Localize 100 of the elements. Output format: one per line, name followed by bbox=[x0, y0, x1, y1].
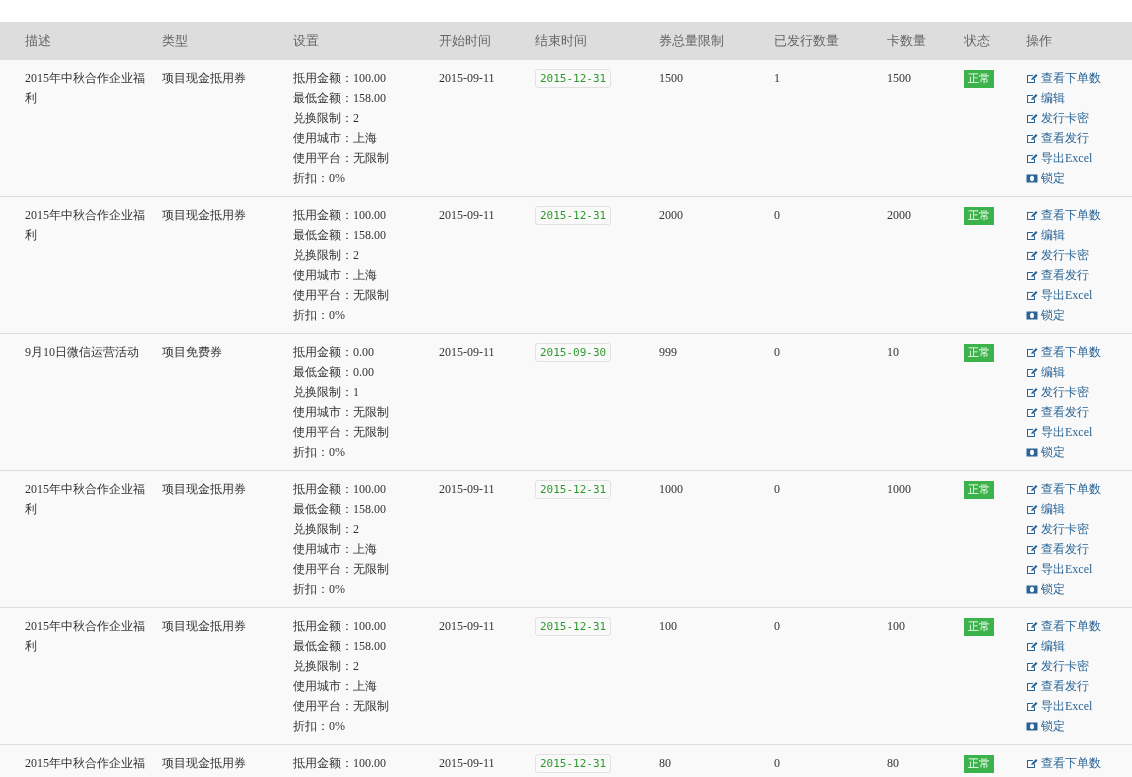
table-cell-text: 80 bbox=[658, 755, 672, 772]
action-link[interactable]: 编辑 bbox=[1026, 499, 1065, 519]
setting-text: 使用平台：无限制 bbox=[293, 150, 390, 167]
action-link[interactable]: 导出Excel bbox=[1026, 148, 1093, 168]
action-link[interactable]: 锁定 bbox=[1026, 305, 1065, 325]
status-badge: 正常 bbox=[964, 70, 994, 88]
table-cell-text: 2015-09-11 bbox=[438, 618, 496, 635]
action-link[interactable]: 发行卡密 bbox=[1026, 519, 1089, 539]
edit-icon bbox=[1026, 563, 1038, 575]
setting-text: 使用城市：上海 bbox=[293, 541, 378, 558]
table-cell-text: 2015年中秋合作企业福 bbox=[24, 755, 146, 772]
action-link[interactable]: 锁定 bbox=[1026, 442, 1065, 462]
table-cell-text: 0 bbox=[773, 481, 781, 498]
action-link[interactable]: 查看发行 bbox=[1026, 676, 1089, 696]
table-cell-text: 项目现金抵用券 bbox=[161, 481, 247, 498]
edit-icon bbox=[1026, 152, 1038, 164]
action-link[interactable]: 导出Excel bbox=[1026, 285, 1093, 305]
edit-icon bbox=[1026, 700, 1038, 712]
table-cell-text: 项目免费券 bbox=[161, 344, 223, 361]
action-link[interactable]: 编辑 bbox=[1026, 88, 1065, 108]
table-cell-text: 2015年中秋合作企业福利 bbox=[24, 70, 146, 107]
action-link[interactable]: 编辑 bbox=[1026, 225, 1065, 245]
action-link[interactable]: 查看下单数 bbox=[1026, 342, 1101, 362]
table-cell-text: 2000 bbox=[886, 207, 912, 224]
setting-text: 兑换限制：2 bbox=[293, 110, 360, 127]
table-cell-text: 999 bbox=[658, 344, 678, 361]
action-link[interactable]: 编辑 bbox=[1026, 362, 1065, 382]
action-link[interactable]: 发行卡密 bbox=[1026, 382, 1089, 402]
action-link[interactable]: 查看下单数 bbox=[1026, 205, 1101, 225]
edit-icon bbox=[1026, 503, 1038, 515]
edit-icon bbox=[1026, 757, 1038, 769]
status-badge: 正常 bbox=[964, 618, 994, 636]
action-link[interactable]: 导出Excel bbox=[1026, 422, 1093, 442]
setting-text: 折扣：0% bbox=[293, 170, 346, 187]
column-header: 卡数量 bbox=[886, 32, 927, 51]
setting-text: 最低金额：0.00 bbox=[293, 364, 375, 381]
edit-icon bbox=[1026, 543, 1038, 555]
table-cell-text: 80 bbox=[886, 755, 900, 772]
table-cell-text: 2015-09-11 bbox=[438, 755, 496, 772]
setting-text: 使用平台：无限制 bbox=[293, 698, 390, 715]
money-icon bbox=[1026, 584, 1038, 594]
edit-icon bbox=[1026, 523, 1038, 535]
action-link[interactable]: 查看下单数 bbox=[1026, 616, 1101, 636]
action-link[interactable]: 锁定 bbox=[1026, 579, 1065, 599]
setting-text: 抵用金额：100.00 bbox=[293, 70, 387, 87]
column-header: 设置 bbox=[292, 32, 320, 51]
setting-text: 抵用金额：100.00 bbox=[293, 618, 387, 635]
column-header: 描述 bbox=[24, 32, 52, 51]
edit-icon bbox=[1026, 249, 1038, 261]
action-link[interactable]: 导出Excel bbox=[1026, 696, 1093, 716]
edit-icon bbox=[1026, 640, 1038, 652]
column-header: 类型 bbox=[161, 32, 189, 51]
end-date: 2015-09-30 bbox=[535, 343, 612, 362]
setting-text: 使用平台：无限制 bbox=[293, 424, 390, 441]
action-link[interactable]: 查看下单数 bbox=[1026, 68, 1101, 88]
setting-text: 折扣：0% bbox=[293, 581, 346, 598]
action-link[interactable]: 查看发行 bbox=[1026, 265, 1089, 285]
setting-text: 折扣：0% bbox=[293, 307, 346, 324]
setting-text: 抵用金额：100.00 bbox=[293, 755, 387, 772]
column-header: 开始时间 bbox=[438, 32, 492, 51]
edit-icon bbox=[1026, 132, 1038, 144]
table-cell-text: 1000 bbox=[886, 481, 912, 498]
column-header: 状态 bbox=[963, 32, 991, 51]
action-link[interactable]: 查看发行 bbox=[1026, 402, 1089, 422]
setting-text: 使用城市：上海 bbox=[293, 130, 378, 147]
action-link[interactable]: 发行卡密 bbox=[1026, 245, 1089, 265]
action-link[interactable]: 查看发行 bbox=[1026, 128, 1089, 148]
setting-text: 折扣：0% bbox=[293, 718, 346, 735]
table-cell-text: 0 bbox=[773, 618, 781, 635]
action-link[interactable]: 锁定 bbox=[1026, 168, 1065, 188]
end-date: 2015-12-31 bbox=[535, 206, 612, 225]
action-link[interactable]: 查看下单数 bbox=[1026, 753, 1101, 773]
setting-text: 使用平台：无限制 bbox=[293, 287, 390, 304]
action-link[interactable]: 导出Excel bbox=[1026, 559, 1093, 579]
money-icon bbox=[1026, 721, 1038, 731]
column-header: 已发行数量 bbox=[773, 32, 840, 51]
table-cell-text: 0 bbox=[773, 344, 781, 361]
action-link[interactable]: 发行卡密 bbox=[1026, 656, 1089, 676]
action-link[interactable]: 发行卡密 bbox=[1026, 108, 1089, 128]
table-cell-text: 1 bbox=[773, 70, 781, 87]
action-link[interactable]: 查看发行 bbox=[1026, 539, 1089, 559]
edit-icon bbox=[1026, 209, 1038, 221]
table-cell-text: 项目现金抵用券 bbox=[161, 618, 247, 635]
status-badge: 正常 bbox=[964, 207, 994, 225]
setting-text: 折扣：0% bbox=[293, 444, 346, 461]
action-link[interactable]: 编辑 bbox=[1026, 636, 1065, 656]
money-icon bbox=[1026, 447, 1038, 457]
edit-icon bbox=[1026, 92, 1038, 104]
end-date: 2015-12-31 bbox=[535, 754, 612, 773]
status-badge: 正常 bbox=[964, 344, 994, 362]
table-cell-text: 1500 bbox=[886, 70, 912, 87]
edit-icon bbox=[1026, 229, 1038, 241]
table-cell-text: 2015年中秋合作企业福利 bbox=[24, 618, 146, 655]
action-link[interactable]: 锁定 bbox=[1026, 716, 1065, 736]
edit-icon bbox=[1026, 406, 1038, 418]
end-date: 2015-12-31 bbox=[535, 69, 612, 88]
action-link[interactable]: 查看下单数 bbox=[1026, 479, 1101, 499]
setting-text: 抵用金额：100.00 bbox=[293, 481, 387, 498]
edit-icon bbox=[1026, 426, 1038, 438]
money-icon bbox=[1026, 173, 1038, 183]
